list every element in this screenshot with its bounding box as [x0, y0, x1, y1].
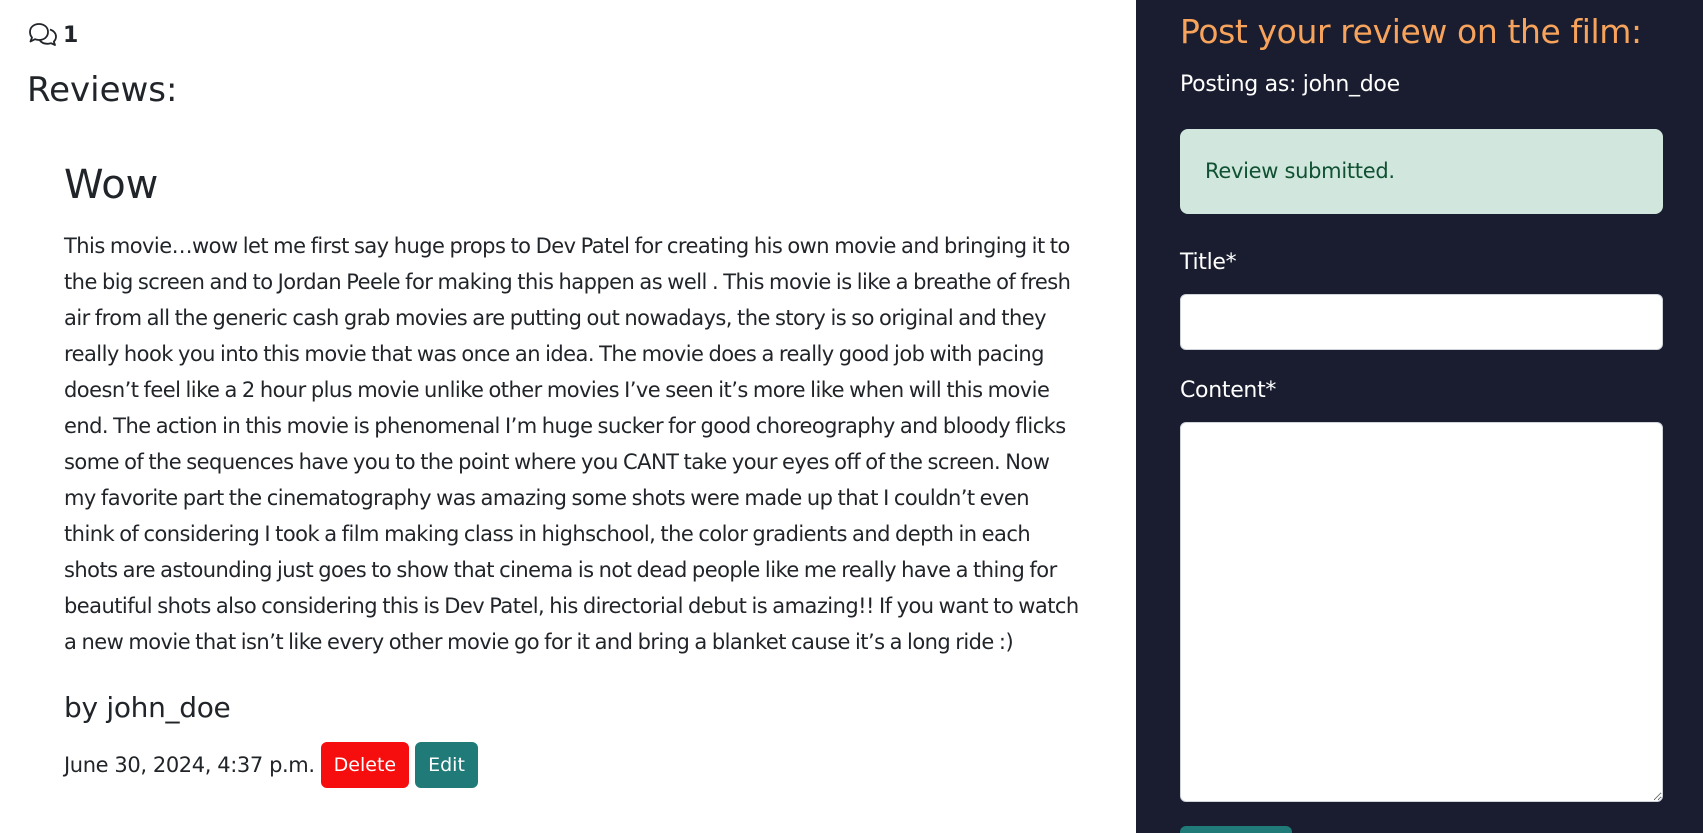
comment-count-value: 1	[63, 22, 79, 48]
review-date: June 30, 2024, 4:37 p.m.	[64, 753, 315, 777]
edit-button[interactable]: Edit	[415, 742, 478, 788]
submit-button[interactable]	[1180, 826, 1292, 833]
review-title: Wow	[64, 162, 159, 208]
reviews-heading: Reviews:	[27, 70, 178, 110]
chat-bubbles-icon	[29, 23, 57, 46]
post-review-heading: Post your review on the film:	[1180, 12, 1642, 51]
page: 1 Reviews: Wow This movie…wow let me fir…	[0, 0, 1703, 833]
success-alert: Review submitted.	[1180, 129, 1663, 214]
review-meta: June 30, 2024, 4:37 p.m. Delete Edit	[64, 742, 1084, 788]
reviews-section: 1 Reviews: Wow This movie…wow let me fir…	[0, 0, 1136, 833]
comment-count: 1	[27, 22, 78, 48]
review-form-panel: Post your review on the film: Posting as…	[1136, 0, 1703, 833]
content-textarea[interactable]	[1180, 422, 1663, 802]
title-label: Title*	[1180, 250, 1237, 275]
content-label: Content*	[1180, 378, 1277, 403]
review-body: This movie…wow let me first say huge pro…	[64, 234, 1079, 654]
title-input[interactable]	[1180, 294, 1663, 350]
review-card: Wow This movie…wow let me first say huge…	[64, 160, 1084, 788]
delete-button[interactable]: Delete	[320, 742, 410, 788]
review-author: by john_doe	[64, 691, 231, 724]
posting-as-text: Posting as: john_doe	[1180, 72, 1400, 97]
